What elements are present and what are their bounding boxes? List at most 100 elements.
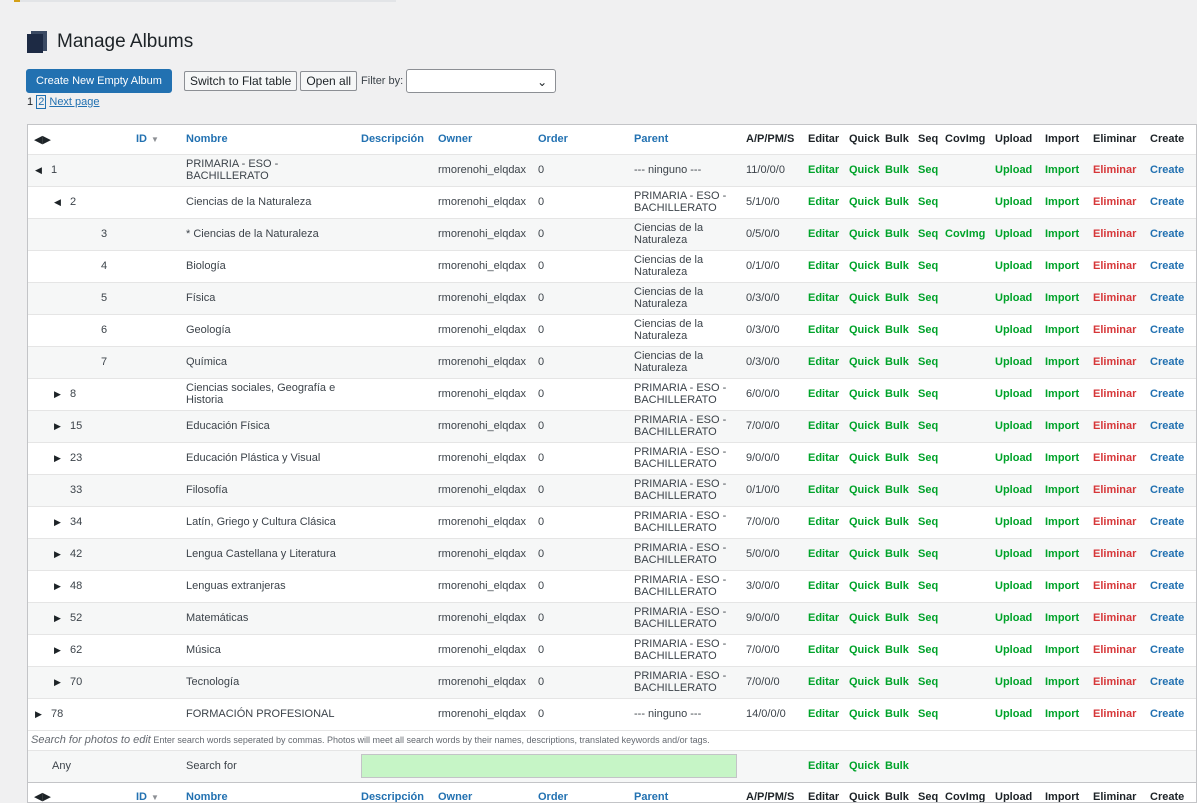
- bulk-link[interactable]: Bulk: [885, 602, 918, 634]
- col-footer-owner[interactable]: Owner: [438, 782, 538, 802]
- delete-link[interactable]: Eliminar: [1093, 506, 1150, 538]
- create-link[interactable]: Create: [1150, 698, 1196, 730]
- col-footer-parent[interactable]: Parent: [634, 782, 746, 802]
- import-link[interactable]: Import: [1045, 602, 1093, 634]
- search-quick-link[interactable]: Quick: [849, 750, 885, 782]
- seq-link[interactable]: Seq: [918, 666, 945, 698]
- delete-link[interactable]: Eliminar: [1093, 442, 1150, 474]
- col-footer-order[interactable]: Order: [538, 782, 634, 802]
- delete-link[interactable]: Eliminar: [1093, 474, 1150, 506]
- import-link[interactable]: Import: [1045, 410, 1093, 442]
- edit-link[interactable]: Editar: [808, 666, 849, 698]
- expand-icon[interactable]: ▶: [54, 645, 70, 656]
- import-link[interactable]: Import: [1045, 634, 1093, 666]
- quick-link[interactable]: Quick: [849, 378, 885, 410]
- search-input[interactable]: [361, 754, 737, 778]
- flat-table-button[interactable]: Switch to Flat table: [183, 71, 298, 91]
- delete-link[interactable]: Eliminar: [1093, 186, 1150, 218]
- upload-link[interactable]: Upload: [995, 154, 1045, 186]
- upload-link[interactable]: Upload: [995, 218, 1045, 250]
- upload-link[interactable]: Upload: [995, 186, 1045, 218]
- import-link[interactable]: Import: [1045, 346, 1093, 378]
- seq-link[interactable]: Seq: [918, 346, 945, 378]
- quick-link[interactable]: Quick: [849, 282, 885, 314]
- bulk-link[interactable]: Bulk: [885, 154, 918, 186]
- seq-link[interactable]: Seq: [918, 186, 945, 218]
- delete-link[interactable]: Eliminar: [1093, 154, 1150, 186]
- seq-link[interactable]: Seq: [918, 506, 945, 538]
- edit-link[interactable]: Editar: [808, 282, 849, 314]
- delete-link[interactable]: Eliminar: [1093, 570, 1150, 602]
- search-bulk-link[interactable]: Bulk: [885, 750, 918, 782]
- delete-link[interactable]: Eliminar: [1093, 282, 1150, 314]
- delete-link[interactable]: Eliminar: [1093, 314, 1150, 346]
- quick-link[interactable]: Quick: [849, 154, 885, 186]
- create-link[interactable]: Create: [1150, 346, 1196, 378]
- quick-link[interactable]: Quick: [849, 410, 885, 442]
- expand-icon[interactable]: ▶: [54, 517, 70, 528]
- import-link[interactable]: Import: [1045, 154, 1093, 186]
- quick-link[interactable]: Quick: [849, 346, 885, 378]
- create-link[interactable]: Create: [1150, 282, 1196, 314]
- col-header-id[interactable]: ID ▼: [136, 125, 186, 154]
- import-link[interactable]: Import: [1045, 506, 1093, 538]
- seq-link[interactable]: Seq: [918, 698, 945, 730]
- import-link[interactable]: Import: [1045, 250, 1093, 282]
- edit-link[interactable]: Editar: [808, 314, 849, 346]
- import-link[interactable]: Import: [1045, 538, 1093, 570]
- col-header-order[interactable]: Order: [538, 125, 634, 154]
- quick-link[interactable]: Quick: [849, 442, 885, 474]
- upload-link[interactable]: Upload: [995, 538, 1045, 570]
- seq-link[interactable]: Seq: [918, 154, 945, 186]
- upload-link[interactable]: Upload: [995, 506, 1045, 538]
- create-link[interactable]: Create: [1150, 602, 1196, 634]
- delete-link[interactable]: Eliminar: [1093, 378, 1150, 410]
- quick-link[interactable]: Quick: [849, 698, 885, 730]
- edit-link[interactable]: Editar: [808, 186, 849, 218]
- bulk-link[interactable]: Bulk: [885, 378, 918, 410]
- quick-link[interactable]: Quick: [849, 314, 885, 346]
- edit-link[interactable]: Editar: [808, 154, 849, 186]
- covimg-link[interactable]: CovImg: [945, 218, 995, 250]
- delete-link[interactable]: Eliminar: [1093, 634, 1150, 666]
- seq-link[interactable]: Seq: [918, 282, 945, 314]
- import-link[interactable]: Import: [1045, 570, 1093, 602]
- create-link[interactable]: Create: [1150, 506, 1196, 538]
- col-header-name[interactable]: Nombre: [186, 125, 361, 154]
- edit-link[interactable]: Editar: [808, 378, 849, 410]
- upload-link[interactable]: Upload: [995, 378, 1045, 410]
- import-link[interactable]: Import: [1045, 666, 1093, 698]
- search-edit-link[interactable]: Editar: [808, 750, 849, 782]
- bulk-link[interactable]: Bulk: [885, 282, 918, 314]
- edit-link[interactable]: Editar: [808, 410, 849, 442]
- delete-link[interactable]: Eliminar: [1093, 698, 1150, 730]
- upload-link[interactable]: Upload: [995, 250, 1045, 282]
- delete-link[interactable]: Eliminar: [1093, 666, 1150, 698]
- bulk-link[interactable]: Bulk: [885, 186, 918, 218]
- bulk-link[interactable]: Bulk: [885, 346, 918, 378]
- delete-link[interactable]: Eliminar: [1093, 602, 1150, 634]
- col-footer-id[interactable]: ID ▼: [136, 782, 186, 802]
- create-link[interactable]: Create: [1150, 186, 1196, 218]
- import-link[interactable]: Import: [1045, 218, 1093, 250]
- edit-link[interactable]: Editar: [808, 634, 849, 666]
- quick-link[interactable]: Quick: [849, 474, 885, 506]
- upload-link[interactable]: Upload: [995, 698, 1045, 730]
- import-link[interactable]: Import: [1045, 474, 1093, 506]
- expand-collapse-icon[interactable]: ◀▶: [28, 125, 136, 154]
- col-header-desc[interactable]: Descripción: [361, 125, 438, 154]
- edit-link[interactable]: Editar: [808, 570, 849, 602]
- edit-link[interactable]: Editar: [808, 218, 849, 250]
- create-link[interactable]: Create: [1150, 666, 1196, 698]
- seq-link[interactable]: Seq: [918, 378, 945, 410]
- bulk-link[interactable]: Bulk: [885, 698, 918, 730]
- upload-link[interactable]: Upload: [995, 410, 1045, 442]
- open-all-button[interactable]: Open all: [300, 71, 358, 91]
- create-link[interactable]: Create: [1150, 250, 1196, 282]
- create-link[interactable]: Create: [1150, 314, 1196, 346]
- create-album-button[interactable]: Create New Empty Album: [26, 69, 172, 93]
- expand-icon[interactable]: ▶: [54, 389, 70, 400]
- delete-link[interactable]: Eliminar: [1093, 250, 1150, 282]
- bulk-link[interactable]: Bulk: [885, 634, 918, 666]
- seq-link[interactable]: Seq: [918, 570, 945, 602]
